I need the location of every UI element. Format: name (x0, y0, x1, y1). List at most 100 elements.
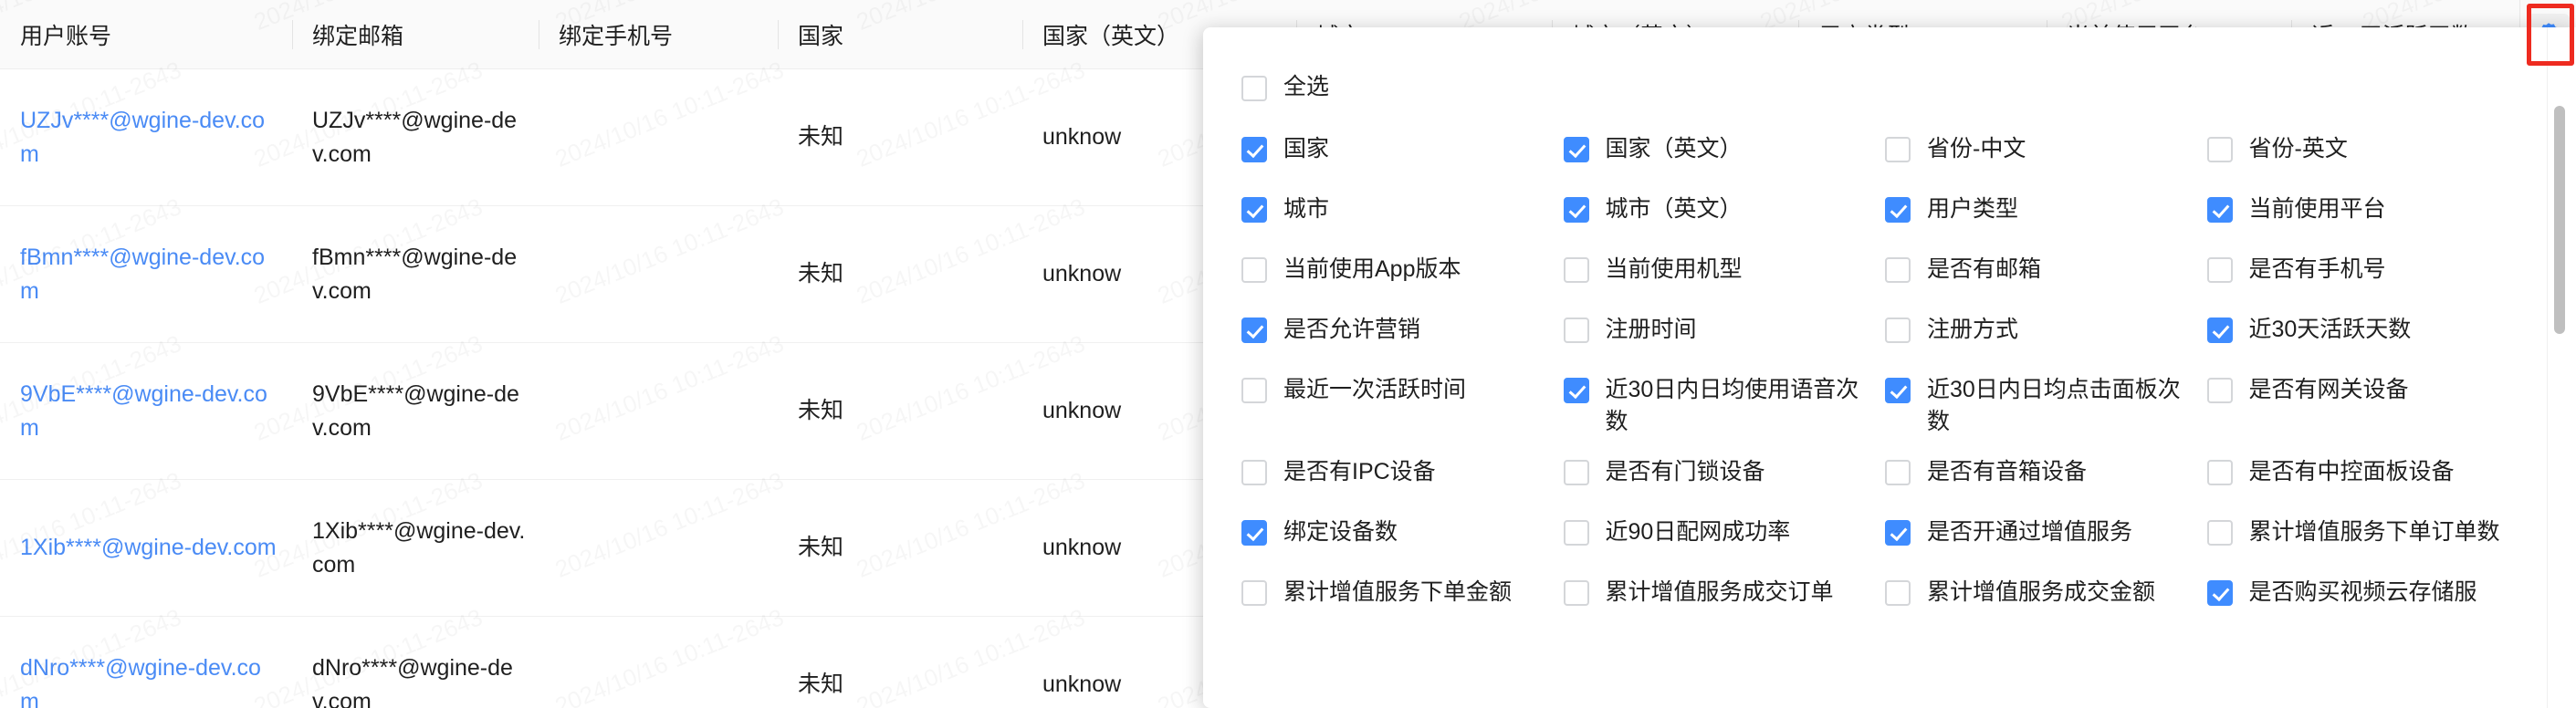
cell-country-en-text: unknow (1042, 535, 1122, 561)
column-option[interactable]: 是否有网关设备 (2196, 365, 2518, 447)
column-option-checkbox[interactable] (1563, 580, 1589, 606)
column-header-1[interactable]: 用户账号 (0, 0, 292, 69)
column-option-label: 近90日配网成功率 (1605, 519, 1791, 545)
column-option[interactable]: 近30日内日均点击面板次数 (1874, 365, 2196, 447)
column-option-checkbox[interactable] (2206, 318, 2233, 343)
cell-account[interactable]: 9VbE****@wgine-dev.com (0, 343, 292, 480)
column-option-checkbox[interactable] (1563, 197, 1589, 223)
column-option[interactable]: 累计增值服务下单订单数 (2196, 507, 2518, 567)
cell-account-text: dNro****@wgine-dev.com (20, 655, 261, 708)
column-option-checkbox[interactable] (1241, 520, 1267, 546)
column-option[interactable]: 近30日内日均使用语音次数 (1553, 365, 1875, 447)
column-option[interactable]: 累计增值服务成交金额 (1874, 567, 2196, 628)
column-option[interactable]: 当前使用平台 (2196, 184, 2518, 245)
cell-email-text: 1Xib****@wgine-dev.com (312, 518, 526, 578)
column-option-checkbox[interactable] (1241, 378, 1267, 403)
column-option[interactable]: 是否有邮箱 (1874, 245, 2196, 305)
column-header-3[interactable]: 绑定手机号 (539, 0, 778, 69)
cell-country: 未知 (778, 69, 1022, 206)
column-option-checkbox[interactable] (1885, 460, 1911, 485)
column-option[interactable]: 国家（英文） (1553, 124, 1875, 184)
column-option-checkbox[interactable] (1241, 137, 1267, 162)
column-option-label: 省份-中文 (1927, 136, 2026, 161)
column-option[interactable]: 是否允许营销 (1230, 305, 1553, 365)
column-option[interactable]: 是否购买视频云存储服 (2196, 567, 2518, 628)
column-option-checkbox[interactable] (2206, 137, 2233, 162)
column-option[interactable]: 是否开通过增值服务 (1874, 507, 2196, 567)
column-option-label: 用户类型 (1927, 196, 2019, 222)
column-option-checkbox[interactable] (1885, 378, 1911, 403)
column-option-checkbox[interactable] (1241, 197, 1267, 223)
column-option[interactable]: 是否有音箱设备 (1874, 447, 2196, 507)
column-option[interactable]: 省份-英文 (2196, 124, 2518, 184)
column-option[interactable]: 绑定设备数 (1230, 507, 1553, 567)
column-option-checkbox[interactable] (1241, 580, 1267, 606)
column-option-checkbox[interactable] (1563, 520, 1589, 546)
column-option-label: 是否允许营销 (1283, 317, 1421, 342)
column-option-label: 近30天活跃天数 (2248, 317, 2412, 342)
column-option[interactable]: 用户类型 (1874, 184, 2196, 245)
panel-scrollbar-thumb[interactable] (2554, 106, 2565, 334)
column-option-label: 国家（英文） (1605, 136, 1743, 161)
column-settings-panel: 全选 国家 国家（英文） 省份-中文 省份-英文城市 城市（英文） 用户类型 当前使用平台当… (1203, 27, 2576, 708)
cell-account[interactable]: 1Xib****@wgine-dev.com (0, 480, 292, 617)
column-option-checkbox[interactable] (1885, 520, 1911, 546)
column-option[interactable]: 国家 (1230, 124, 1553, 184)
column-option[interactable]: 当前使用App版本 (1230, 245, 1553, 305)
column-option-checkbox[interactable] (1563, 318, 1589, 343)
column-header-2[interactable]: 绑定邮箱 (292, 0, 539, 69)
column-option-label: 是否有邮箱 (1927, 256, 2042, 282)
column-option[interactable]: 城市（英文） (1553, 184, 1875, 245)
column-option-checkbox[interactable] (2206, 520, 2233, 546)
column-option-checkbox[interactable] (2206, 257, 2233, 283)
column-option-checkbox[interactable] (1563, 257, 1589, 283)
column-option[interactable]: 注册时间 (1553, 305, 1875, 365)
column-option-label: 是否购买视频云存储服 (2248, 579, 2477, 605)
column-option[interactable]: 城市 (1230, 184, 1553, 245)
column-option[interactable]: 省份-中文 (1874, 124, 2196, 184)
cell-account[interactable]: fBmn****@wgine-dev.com (0, 206, 292, 343)
select-all-row[interactable]: 全选 (1230, 62, 2518, 111)
cell-country-en-text: unknow (1042, 398, 1122, 424)
cell-phone (539, 69, 778, 206)
cell-account-text: fBmn****@wgine-dev.com (20, 245, 266, 304)
column-option[interactable]: 注册方式 (1874, 305, 2196, 365)
column-option[interactable]: 是否有手机号 (2196, 245, 2518, 305)
column-option-checkbox[interactable] (1885, 137, 1911, 162)
panel-divider (2547, 27, 2548, 708)
column-option-checkbox[interactable] (2206, 197, 2233, 223)
column-option-checkbox[interactable] (1241, 257, 1267, 283)
column-option-checkbox[interactable] (1563, 137, 1589, 162)
column-option-checkbox[interactable] (1885, 580, 1911, 606)
column-option-checkbox[interactable] (1885, 257, 1911, 283)
column-option-checkbox[interactable] (1563, 378, 1589, 403)
column-option[interactable]: 最近一次活跃时间 (1230, 365, 1553, 447)
select-all-checkbox[interactable] (1241, 76, 1267, 101)
column-option-checkbox[interactable] (2206, 378, 2233, 403)
column-option[interactable]: 是否有中控面板设备 (2196, 447, 2518, 507)
column-option[interactable]: 当前使用机型 (1553, 245, 1875, 305)
column-settings-content: 全选 国家 国家（英文） 省份-中文 省份-英文城市 城市（英文） 用户类型 当前使用平台当… (1203, 27, 2545, 708)
column-option-checkbox[interactable] (1241, 318, 1267, 343)
column-option[interactable]: 累计增值服务成交订单 (1553, 567, 1875, 628)
column-option[interactable]: 近90日配网成功率 (1553, 507, 1875, 567)
column-option-checkbox[interactable] (1241, 460, 1267, 485)
cell-country: 未知 (778, 343, 1022, 480)
column-option-checkbox[interactable] (2206, 580, 2233, 606)
column-header-4[interactable]: 国家 (778, 0, 1022, 69)
cell-account[interactable]: UZJv****@wgine-dev.com (0, 69, 292, 206)
column-option-checkbox[interactable] (1885, 318, 1911, 343)
column-option-checkbox[interactable] (1563, 460, 1589, 485)
cell-country: 未知 (778, 617, 1022, 708)
column-option[interactable]: 近30天活跃天数 (2196, 305, 2518, 365)
cell-country: 未知 (778, 206, 1022, 343)
panel-scrollbar[interactable] (2554, 40, 2565, 695)
column-option[interactable]: 累计增值服务下单金额 (1230, 567, 1553, 628)
column-header-label: 绑定邮箱 (312, 23, 404, 49)
column-option-checkbox[interactable] (2206, 460, 2233, 485)
cell-account[interactable]: dNro****@wgine-dev.com (0, 617, 292, 708)
column-option[interactable]: 是否有门锁设备 (1553, 447, 1875, 507)
column-option[interactable]: 是否有IPC设备 (1230, 447, 1553, 507)
column-option-checkbox[interactable] (1885, 197, 1911, 223)
column-option-label: 省份-英文 (2248, 136, 2348, 161)
